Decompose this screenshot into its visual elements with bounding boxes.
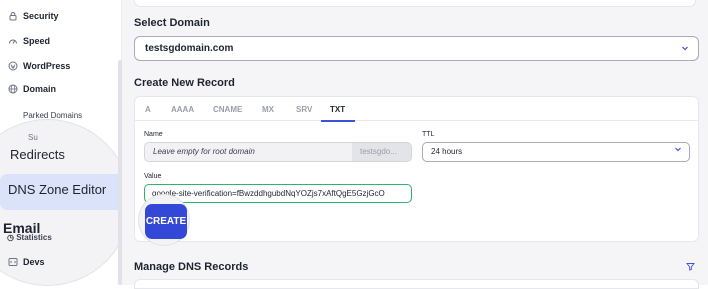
sidebar-item-label: Statistics: [16, 233, 52, 242]
record-type-tabs: A AAAA CNAME MX SRV TXT: [135, 97, 698, 122]
sidebar: Security Speed WordPress Domain Parked D…: [0, 0, 130, 285]
sidebar-subitem-subdomains[interactable]: Su: [28, 133, 38, 142]
tab-srv[interactable]: SRV: [296, 105, 312, 114]
chevron-down-icon: [681, 44, 689, 54]
manage-records-title: Manage DNS Records: [134, 261, 249, 273]
ttl-select-value: 24 hours: [431, 147, 463, 156]
sidebar-item-label: Speed: [23, 36, 51, 46]
main-content: Select Domain testsgdomain.com Create Ne…: [122, 0, 708, 289]
manage-records-card: [134, 279, 699, 289]
ttl-select[interactable]: 24 hours: [422, 142, 690, 162]
active-tab-indicator: [321, 120, 355, 122]
sidebar-subitem-redirects[interactable]: Redirects: [10, 147, 65, 162]
sidebar-item-statistics[interactable]: ◷ Statistics: [7, 233, 52, 242]
sidebar-item-wordpress[interactable]: WordPress: [8, 58, 70, 74]
sidebar-item-label: Security: [23, 11, 59, 21]
name-label: Name: [144, 131, 163, 138]
sidebar-item-domain[interactable]: Domain: [8, 81, 56, 97]
sidebar-subitem-dns-zone-editor[interactable]: DNS Zone Editor: [8, 182, 106, 197]
chevron-down-icon: [674, 143, 682, 161]
lock-icon: [8, 11, 18, 21]
code-icon: [8, 257, 18, 267]
value-label: Value: [144, 173, 162, 180]
globe-icon: [8, 84, 18, 94]
sidebar-subitem-parked-domains[interactable]: Parked Domains: [23, 111, 82, 120]
create-record-title: Create New Record: [134, 77, 235, 89]
tab-mx[interactable]: MX: [262, 105, 274, 114]
domain-select[interactable]: testsgdomain.com: [134, 36, 699, 61]
wordpress-icon: [8, 61, 18, 71]
sidebar-item-devs[interactable]: Devs: [8, 257, 45, 267]
sidebar-item-label: Devs: [23, 257, 45, 267]
ttl-label: TTL: [422, 131, 435, 138]
tab-cname[interactable]: CNAME: [213, 105, 242, 114]
tab-a[interactable]: A: [145, 105, 151, 114]
sidebar-item-security[interactable]: Security: [8, 8, 59, 24]
stats-icon: ◷: [7, 233, 17, 242]
create-record-card: A AAAA CNAME MX SRV TXT Name Leave empty…: [134, 96, 699, 242]
tab-txt[interactable]: TXT: [330, 105, 345, 114]
sidebar-item-label: Domain: [23, 84, 57, 94]
top-card: [134, 0, 696, 7]
sidebar-item-label: WordPress: [23, 61, 71, 71]
tab-aaaa[interactable]: AAAA: [171, 105, 194, 114]
speed-icon: [8, 36, 18, 46]
sidebar-item-speed[interactable]: Speed: [8, 33, 50, 49]
domain-suffix: testsgdo...: [352, 143, 411, 161]
value-field[interactable]: google-site-verification=fBwzddhgubdNqYO…: [144, 184, 412, 203]
create-button[interactable]: CREATE: [145, 204, 187, 239]
select-domain-title: Select Domain: [134, 17, 210, 29]
domain-select-value: testsgdomain.com: [145, 43, 234, 54]
filter-icon[interactable]: [686, 262, 695, 273]
